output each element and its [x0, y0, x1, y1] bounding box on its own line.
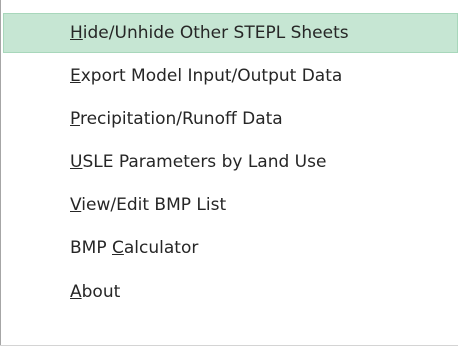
menu-item-access-key: V	[70, 195, 82, 215]
menu-item-access-key: E	[70, 66, 81, 86]
menu-left-border	[0, 0, 1, 346]
menu-item-view-edit-bmp-list[interactable]: View/Edit BMP List	[3, 185, 458, 225]
context-menu: Hide/Unhide Other STEPL Sheets Export Mo…	[0, 0, 458, 346]
menu-item-label-prefix: BMP	[70, 238, 112, 258]
menu-item-label: SLE Parameters by Land Use	[82, 152, 327, 172]
menu-item-label: ide/Unhide Other STEPL Sheets	[82, 23, 349, 43]
menu-item-hide-unhide-sheets[interactable]: Hide/Unhide Other STEPL Sheets	[3, 13, 458, 53]
menu-item-label: xport Model Input/Output Data	[80, 66, 343, 86]
menu-item-about[interactable]: About	[3, 272, 458, 312]
menu-item-access-key: C	[112, 238, 124, 258]
menu-item-access-key: A	[70, 282, 82, 302]
menu-item-label: alculator	[123, 238, 199, 258]
menu-item-precipitation-runoff[interactable]: Precipitation/Runoff Data	[3, 99, 458, 139]
menu-item-usle-parameters[interactable]: USLE Parameters by Land Use	[3, 142, 458, 182]
menu-item-access-key: H	[70, 23, 83, 43]
menu-item-label: recipitation/Runoff Data	[79, 109, 283, 129]
menu-item-export-model-data[interactable]: Export Model Input/Output Data	[3, 56, 458, 96]
menu-item-label: bout	[81, 282, 121, 302]
menu-item-access-key: U	[70, 152, 83, 172]
menu-item-bmp-calculator[interactable]: BMP Calculator	[3, 228, 458, 268]
menu-item-label: iew/Edit BMP List	[81, 195, 227, 215]
menu-item-access-key: P	[70, 109, 80, 129]
